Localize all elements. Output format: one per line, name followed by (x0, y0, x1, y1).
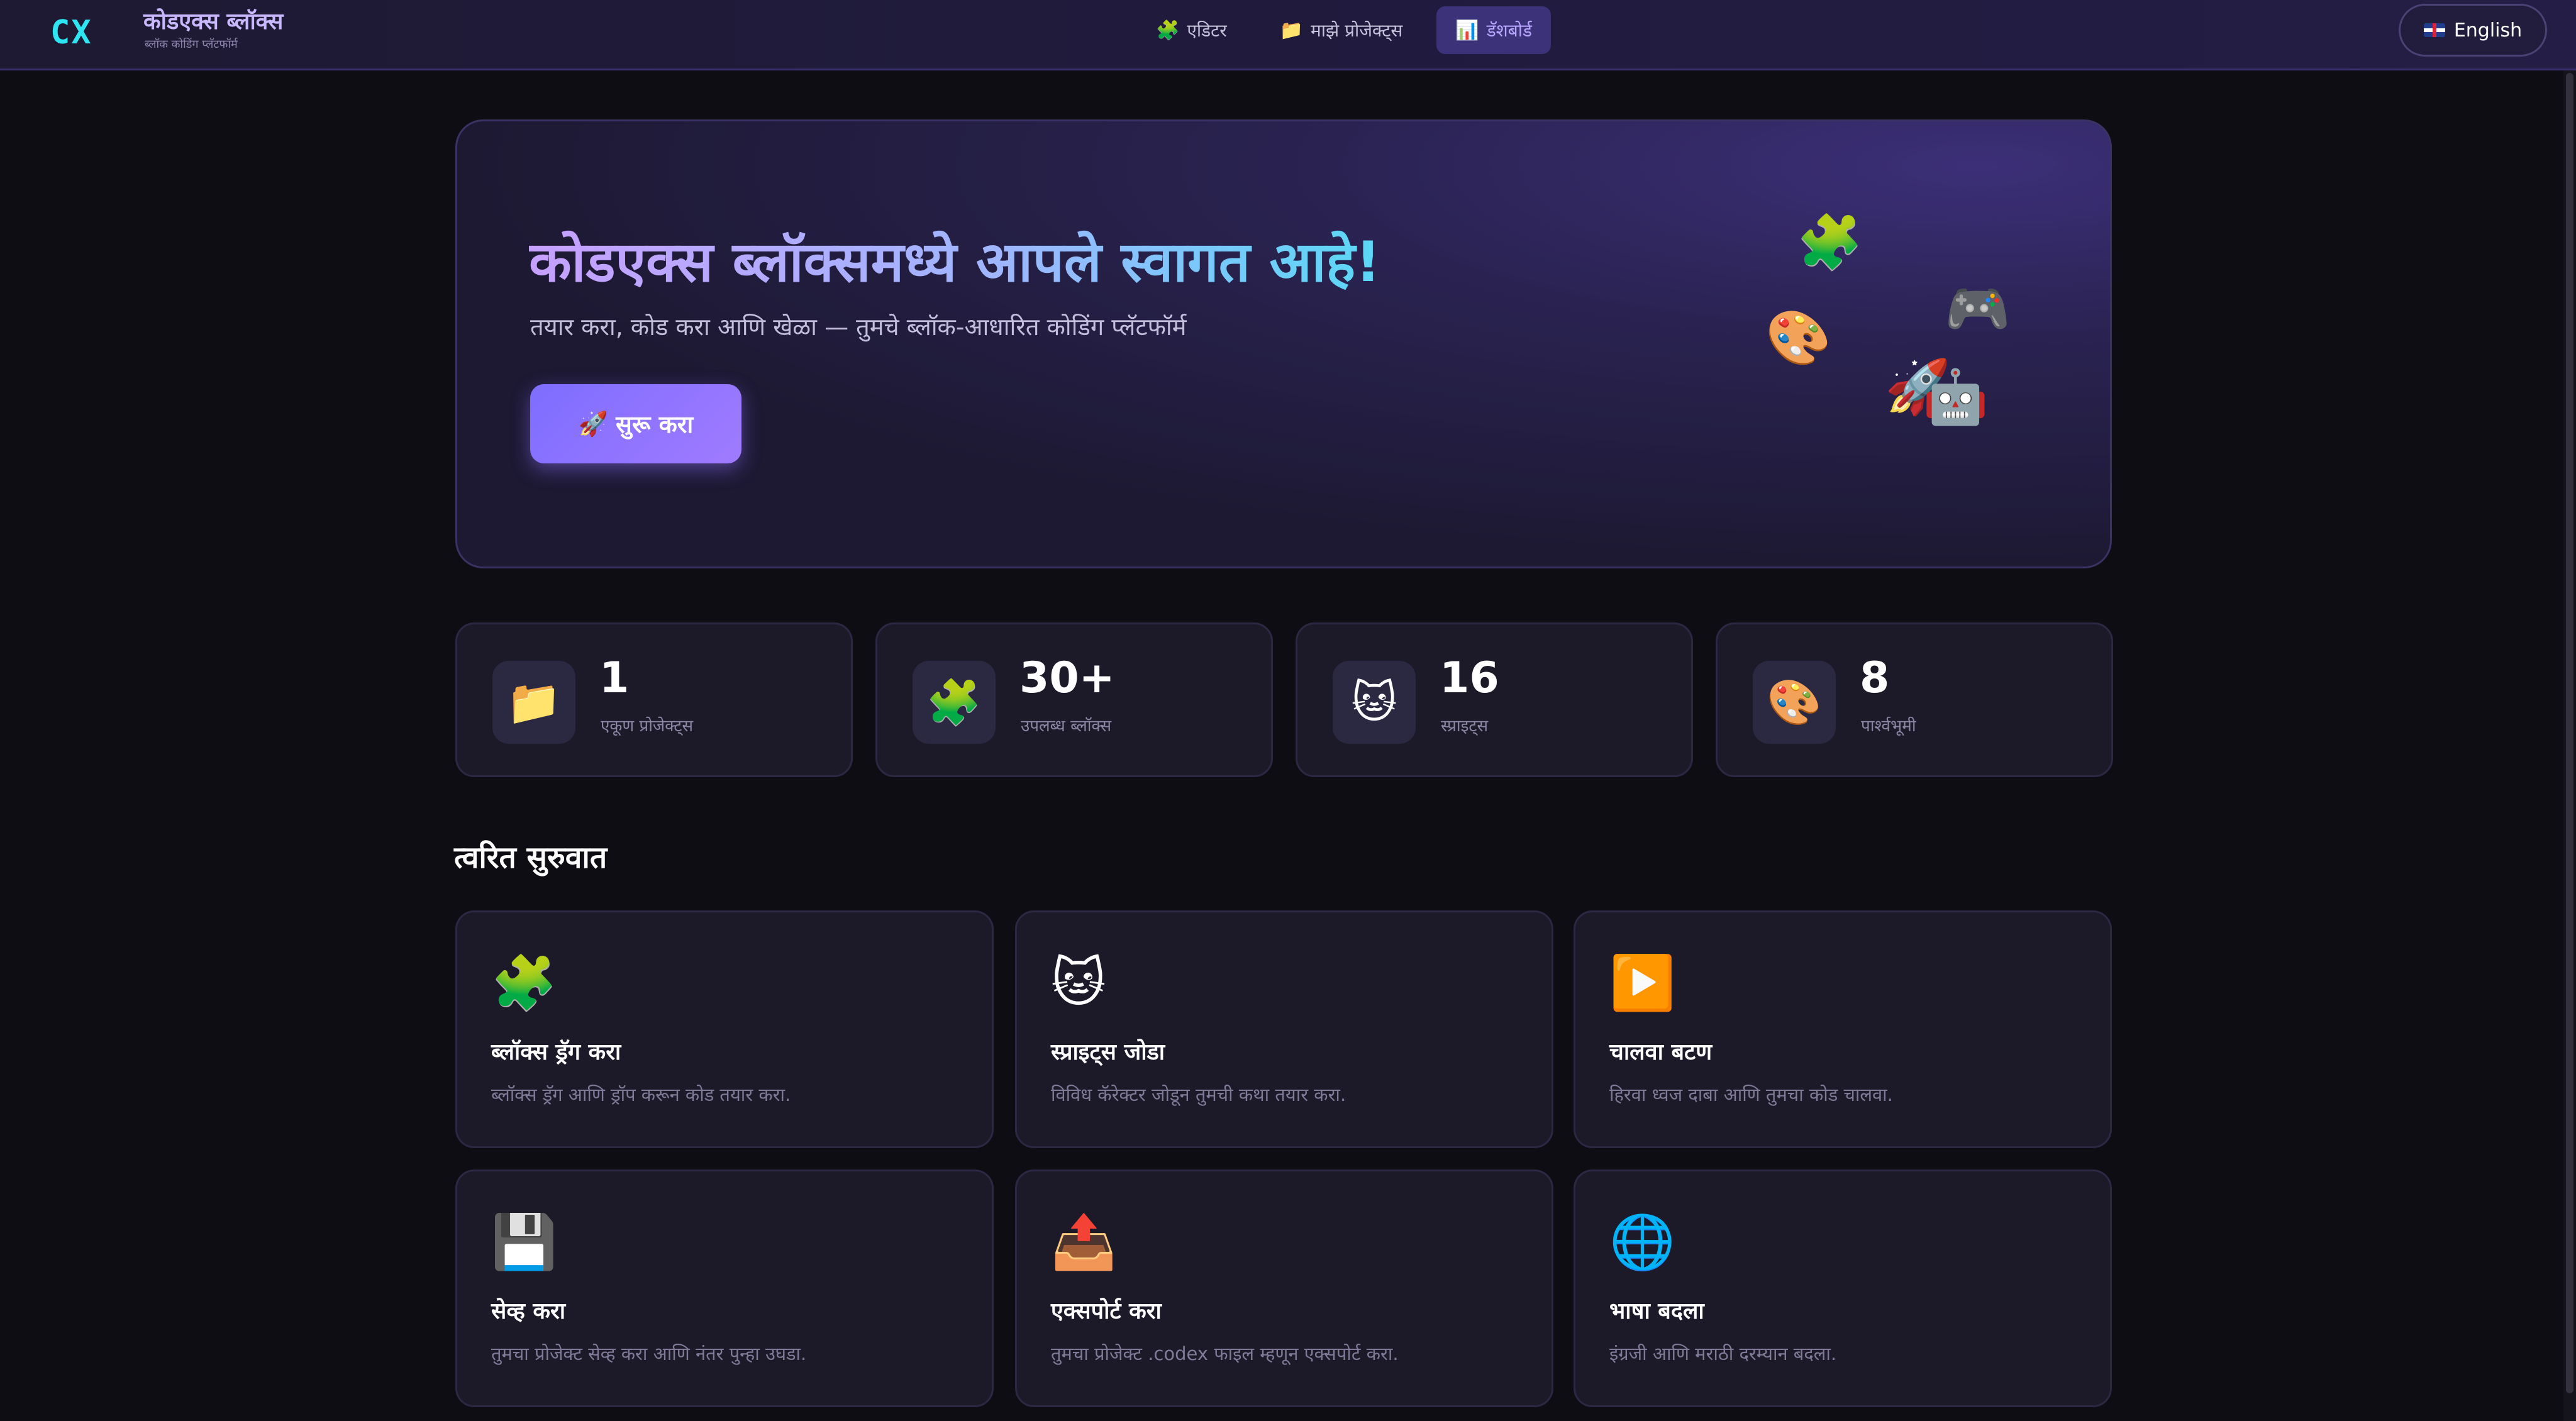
stat-card-projects: 📁 1 एकूण प्रोजेक्ट्स (455, 622, 853, 777)
stat-label: उपलब्ध ब्लॉक्स (1021, 717, 1112, 736)
stat-label: एकूण प्रोजेक्ट्स (601, 717, 694, 736)
puzzle-icon: 🧩 (913, 661, 996, 744)
puzzle-icon: 🧩 (491, 952, 557, 1014)
top-navigation-bar: CX कोडएक्स ब्लॉक्स ब्लॉक कोडिंग प्लॅटफॉर… (0, 0, 2576, 70)
stat-value: 1 (599, 653, 630, 703)
nav-my-projects[interactable]: 📁 माझे प्रोजेक्ट्स (1261, 6, 1422, 54)
quick-card-description: इंग्रजी आणि मराठी दरम्यान बदला. (1609, 1343, 1837, 1364)
palette-icon: 🎨 (1765, 307, 1831, 368)
bar-chart-icon: 📊 (1455, 19, 1479, 41)
robot-icon: 🤖 (1923, 366, 1989, 428)
stat-value: 16 (1440, 653, 1499, 703)
globe-icon: 🌐 (1609, 1211, 1675, 1273)
uk-flag-icon (2423, 23, 2445, 37)
folder-icon: 📁 (1279, 19, 1303, 41)
nav-editor[interactable]: 🧩 एडिटर (1137, 6, 1246, 54)
language-label: English (2453, 19, 2523, 41)
quick-card-description: हिरवा ध्वज दाबा आणि तुमचा कोड चालवा. (1609, 1084, 1893, 1105)
quick-card-description: तुमचा प्रोजेक्ट .codex फाइल म्हणून एक्सप… (1051, 1343, 1399, 1364)
cat-icon: 🐱 (1333, 661, 1416, 744)
cat-icon: 🐱 (1051, 952, 1106, 1014)
app-title: कोडएक्स ब्लॉक्स (143, 9, 284, 35)
welcome-hero: कोडएक्स ब्लॉक्समध्ये आपले स्वागत आहे! तय… (455, 119, 2112, 568)
puzzle-icon: 🧩 (1156, 19, 1180, 41)
nav-dashboard-label: डॅशबोर्ड (1486, 20, 1532, 41)
play-icon: ▶️ (1609, 952, 1675, 1014)
quick-card-description: तुमचा प्रोजेक्ट सेव्ह करा आणि नंतर पुन्ह… (491, 1343, 807, 1364)
app-subtitle: ब्लॉक कोडिंग प्लॅटफॉर्म (145, 38, 238, 51)
get-started-button[interactable]: 🚀 सुरू करा (530, 384, 741, 463)
get-started-label: सुरू करा (616, 411, 694, 438)
stat-card-backgrounds: 🎨 8 पार्श्वभूमी (1716, 622, 2113, 777)
hero-title: कोडएक्स ब्लॉक्समध्ये आपले स्वागत आहे! (529, 222, 1380, 297)
floppy-disk-icon: 💾 (491, 1211, 557, 1273)
quick-card-title: चालवा बटण (1609, 1039, 1713, 1065)
quick-card-description: ब्लॉक्स ड्रॅग आणि ड्रॉप करून कोड तयार कर… (491, 1084, 791, 1105)
game-controller-icon: 🎮 (1945, 278, 2011, 340)
stat-label: पार्श्वभूमी (1861, 717, 1916, 736)
app-logo[interactable]: CX (50, 14, 92, 52)
quick-card-drag-blocks[interactable]: 🧩 ब्लॉक्स ड्रॅग करा ब्लॉक्स ड्रॅग आणि ड्… (455, 910, 994, 1148)
scrollbar-thumb[interactable] (2566, 73, 2573, 1393)
language-toggle-button[interactable]: English (2399, 4, 2547, 57)
quick-card-add-sprites[interactable]: 🐱 स्प्राइट्स जोडा विविध कॅरेक्टर जोडून त… (1015, 910, 1553, 1148)
nav-editor-label: एडिटर (1187, 20, 1227, 41)
quick-card-save[interactable]: 💾 सेव्ह करा तुमचा प्रोजेक्ट सेव्ह करा आण… (455, 1169, 994, 1407)
nav-dashboard[interactable]: 📊 डॅशबोर्ड (1436, 6, 1551, 54)
quick-card-title: स्प्राइट्स जोडा (1051, 1039, 1165, 1065)
quick-card-change-language[interactable]: 🌐 भाषा बदला इंग्रजी आणि मराठी दरम्यान बद… (1574, 1169, 2112, 1407)
quick-card-description: विविध कॅरेक्टर जोडून तुमची कथा तयार करा. (1051, 1084, 1346, 1105)
hero-subtitle: तयार करा, कोड करा आणि खेळा — तुमचे ब्लॉक… (530, 313, 1187, 341)
stat-card-sprites: 🐱 16 स्प्राइट्स (1296, 622, 1693, 777)
nav-my-projects-label: माझे प्रोजेक्ट्स (1311, 20, 1403, 41)
palette-icon: 🎨 (1753, 661, 1836, 744)
rocket-icon: 🚀 (578, 409, 609, 438)
quick-card-title: एक्सपोर्ट करा (1051, 1298, 1162, 1324)
quick-card-title: भाषा बदला (1609, 1298, 1704, 1324)
puzzle-icon: 🧩 (1797, 211, 1863, 273)
quick-start-heading: त्वरित सुरुवात (454, 840, 608, 875)
stat-label: स्प्राइट्स (1441, 717, 1489, 736)
quick-card-run-button[interactable]: ▶️ चालवा बटण हिरवा ध्वज दाबा आणि तुमचा क… (1574, 910, 2112, 1148)
stat-value: 8 (1860, 653, 1890, 703)
folder-icon: 📁 (492, 661, 575, 744)
quick-card-title: सेव्ह करा (491, 1298, 566, 1324)
stat-card-blocks: 🧩 30+ उपलब्ध ब्लॉक्स (875, 622, 1273, 777)
quick-card-export[interactable]: 📤 एक्सपोर्ट करा तुमचा प्रोजेक्ट .codex फ… (1015, 1169, 1553, 1407)
main-nav: 🧩 एडिटर 📁 माझे प्रोजेक्ट्स 📊 डॅशबोर्ड (1137, 6, 1551, 54)
quick-card-title: ब्लॉक्स ड्रॅग करा (491, 1039, 621, 1065)
stat-value: 30+ (1019, 653, 1115, 703)
outbox-tray-icon: 📤 (1051, 1211, 1117, 1273)
